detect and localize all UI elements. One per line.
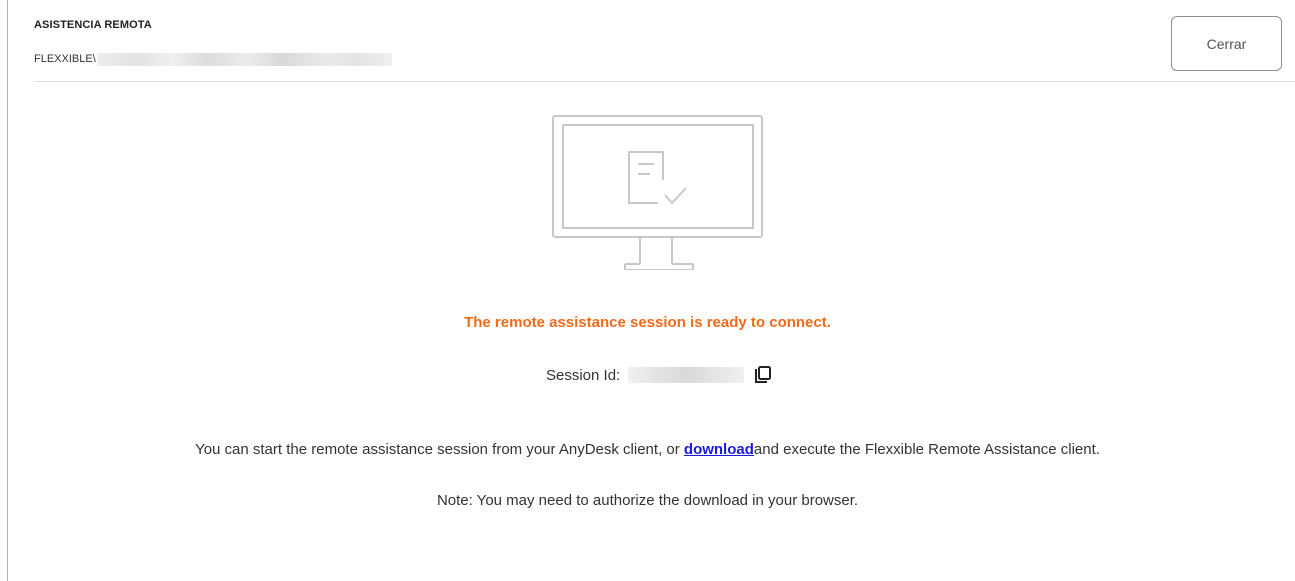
instructions-before: You can start the remote assistance sess… — [195, 441, 684, 458]
user-identity: FLEXXIBLE\ — [34, 51, 392, 67]
monitor-checklist-icon — [543, 114, 765, 275]
copy-icon[interactable] — [752, 364, 774, 386]
instructions-after: and execute the Flexxible Remote Assista… — [753, 441, 1100, 458]
instructions-text: You can start the remote assistance sess… — [0, 441, 1295, 458]
session-id-row: Session Id: — [546, 364, 774, 386]
redacted-username — [96, 52, 392, 66]
download-note: Note: You may need to authorize the down… — [436, 492, 859, 509]
page-title: ASISTENCIA REMOTA — [34, 19, 152, 31]
session-id-label: Session Id: — [546, 366, 621, 384]
header-divider — [34, 81, 1295, 82]
user-domain: FLEXXIBLE\ — [34, 53, 96, 65]
session-id-value — [628, 367, 745, 383]
download-link[interactable]: download — [684, 441, 754, 458]
status-message: The remote assistance session is ready t… — [464, 314, 831, 331]
close-button[interactable]: Cerrar — [1171, 16, 1282, 71]
